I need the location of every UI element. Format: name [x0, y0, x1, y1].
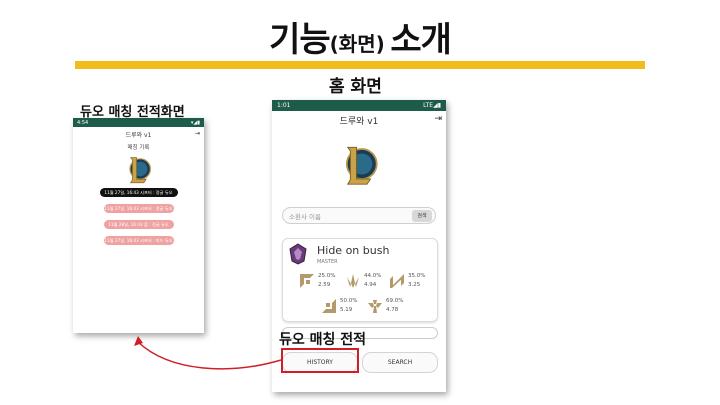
summoner-tier: MASTER	[317, 259, 338, 265]
status-bar: 1:01 LTE◢▮	[272, 100, 446, 111]
position-kda: 2.59	[318, 282, 331, 288]
history-item[interactable]: 11월 27일, 16:43 시프터 : 정글 듀오	[103, 204, 174, 213]
league-of-legends-logo-icon	[129, 157, 151, 184]
home-screen-label: 홈 화면	[329, 77, 382, 97]
summoner-profile-card: Hide on bush MASTER 25.0% 2.59 44.0% 4.9…	[282, 238, 438, 322]
position-winrate: 35.0%	[408, 273, 426, 279]
history-list: 11월 27일, 16:43 시프터 : 정글 듀오 11월 27일, 16:4…	[73, 188, 204, 252]
position-winrate: 44.0%	[364, 273, 382, 279]
history-item[interactable]: 11월 27일, 16:43 시프터 : 정글 듀오	[99, 188, 178, 197]
top-lane-icon	[300, 274, 314, 288]
title-accent-bar	[75, 61, 645, 69]
app-title: 드루와 v1	[125, 132, 152, 139]
position-kda: 3.25	[408, 282, 421, 288]
position-kda: 4.94	[364, 282, 377, 288]
slide-title-end: 소개	[390, 20, 452, 60]
position-winrate: 50.0%	[340, 298, 358, 304]
position-winrate: 25.0%	[318, 273, 336, 279]
mid-lane-icon	[390, 274, 404, 288]
history-item[interactable]: 11월 28일, 16:43 할 : 정글 듀오	[103, 220, 174, 229]
slide-title: 기능(화면) 소개	[0, 12, 720, 61]
status-bar: 4:54 ▾◢▮	[73, 118, 204, 127]
history-title: 매칭 기록	[127, 145, 150, 151]
slide-title-paren: (화면)	[329, 32, 385, 56]
slide-title-main: 기능	[269, 20, 331, 60]
jungle-icon	[347, 274, 359, 288]
search-button[interactable]: 검색	[412, 210, 432, 222]
status-icons: ▾◢▮	[190, 119, 200, 126]
history-item[interactable]: 11월 27일, 16:43 시프터 : 미드 듀오	[103, 236, 174, 245]
app-bar: 드루와 v1 ⇥	[272, 114, 446, 127]
summoner-search-field[interactable]: 소환사 이름 검색	[282, 207, 436, 224]
bottom-lane-icon	[322, 299, 336, 313]
league-of-legends-logo-icon	[345, 146, 378, 185]
logout-icon[interactable]: ⇥	[434, 114, 442, 124]
position-stat-jungle: 44.0% 4.94	[345, 272, 391, 292]
position-stat-support: 69.0% 4.78	[367, 297, 413, 317]
status-icons: LTE◢▮	[423, 102, 441, 109]
duo-history-phone: 4:54 ▾◢▮ 드루와 v1 ⇥ 매칭 기록 11월 27일, 16:43 시…	[73, 118, 204, 333]
position-kda: 5.19	[340, 307, 353, 313]
app-bar: 드루와 v1 ⇥	[73, 130, 204, 139]
position-winrate: 69.0%	[386, 298, 404, 304]
summoner-name: Hide on bush	[317, 244, 390, 257]
master-tier-emblem-icon	[289, 243, 307, 265]
position-stat-bottom: 50.0% 5.19	[321, 297, 367, 317]
logout-icon[interactable]: ⇥	[195, 130, 200, 137]
duo-callout-label: 듀오 매칭 전적	[279, 332, 367, 348]
position-stat-mid: 35.0% 3.25	[389, 272, 435, 292]
position-stat-top: 25.0% 2.59	[299, 272, 345, 292]
status-time: 4:54	[77, 119, 89, 126]
status-time: 1:01	[277, 102, 291, 109]
search-nav-button[interactable]: SEARCH	[362, 352, 438, 373]
search-input[interactable]: 소환사 이름	[289, 211, 321, 221]
app-title: 드루와 v1	[339, 117, 379, 127]
history-highlight-box	[281, 348, 359, 373]
position-kda: 4.78	[386, 307, 399, 313]
support-icon	[368, 300, 382, 313]
